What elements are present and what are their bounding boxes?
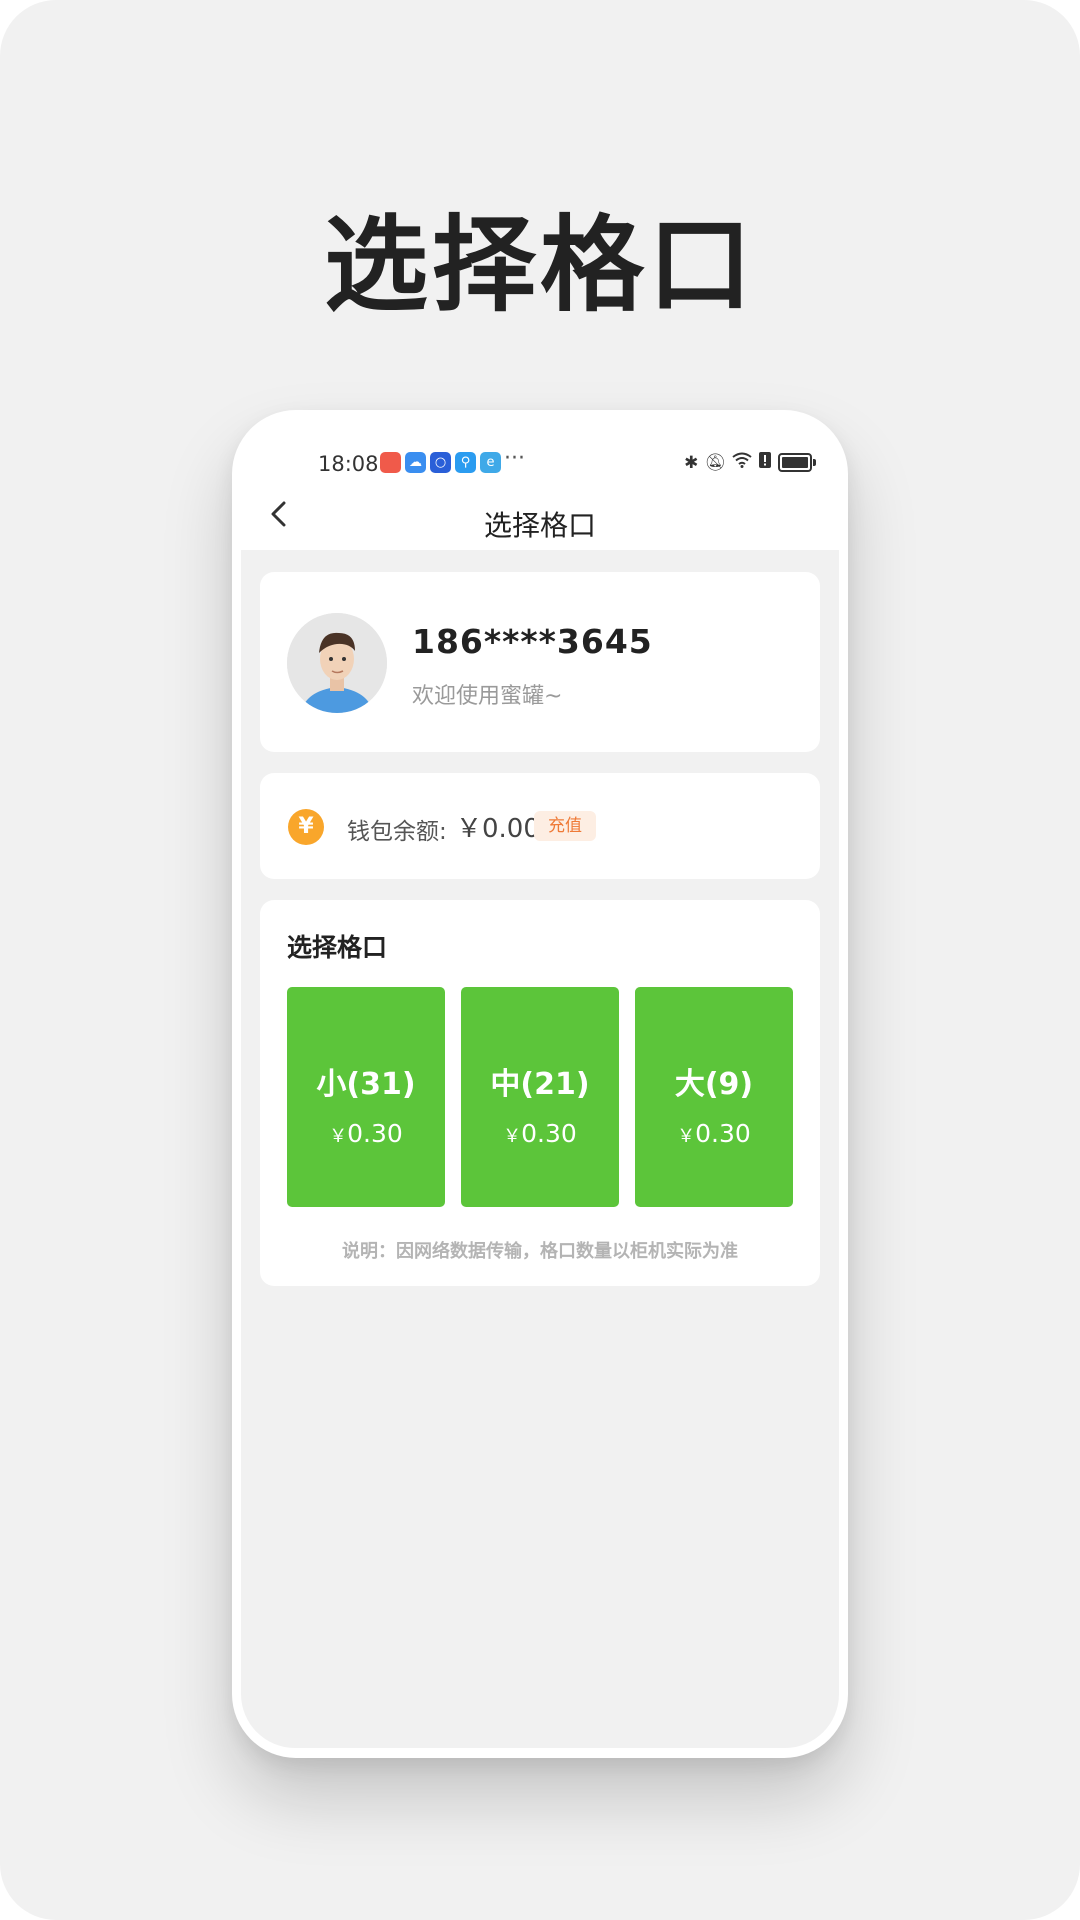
cell-price-value: 0.30: [347, 1119, 403, 1148]
cell-option-medium[interactable]: 中(21) ￥0.30: [461, 987, 619, 1207]
recharge-button[interactable]: 充值: [534, 811, 596, 841]
mute-bell-icon: 🔕︎: [704, 452, 726, 473]
shopping-app-icon: [380, 452, 401, 473]
search-app-icon: ⚲: [455, 452, 476, 473]
system-icons: ✱ 🔕︎: [684, 451, 816, 474]
promo-headline: 选择格口: [323, 204, 756, 326]
cell-size-label: 中(21): [490, 1067, 590, 1102]
yen-symbol: ￥: [503, 1126, 522, 1147]
user-avatar-icon: [287, 613, 387, 713]
cell-option-small[interactable]: 小(31) ￥0.30: [287, 987, 445, 1207]
cell-price: ￥0.30: [461, 1119, 619, 1148]
yen-symbol: ￥: [677, 1126, 696, 1147]
section-title: 选择格口: [287, 933, 388, 962]
user-phone: 186****3645: [412, 622, 653, 661]
nav-bar: 选择格口: [232, 488, 848, 550]
wallet-card: ¥ 钱包余额: ￥0.00 充值: [260, 773, 820, 879]
cell-price-value: 0.30: [521, 1119, 577, 1148]
wallet-amount: ￥0.00: [456, 814, 540, 844]
status-bar: 18:08 ☁ ○ ⚲ e ··· ✱ 🔕︎: [232, 440, 848, 480]
welcome-text: 欢迎使用蜜罐~: [412, 684, 563, 709]
cell-price-value: 0.30: [695, 1119, 751, 1148]
bulb-app-icon: ○: [430, 452, 451, 473]
cell-options: 小(31) ￥0.30 中(21) ￥0.30 大(9) ￥0.30: [287, 987, 793, 1207]
cell-selection-card: 选择格口 小(31) ￥0.30 中(21) ￥0.30 大(9) ￥0.30 …: [260, 900, 820, 1286]
more-notifications-icon: ···: [504, 446, 525, 471]
wallet-label: 钱包余额:: [347, 819, 447, 845]
cell-price: ￥0.30: [287, 1119, 445, 1148]
info-note: 说明：因网络数据传输，格口数量以柜机实际为准: [342, 1241, 738, 1262]
battery-icon: [778, 453, 816, 472]
promo-canvas: 选择格口 18:08 ☁ ○ ⚲ e ··· ✱ 🔕︎ 选择格口 186****…: [0, 0, 1080, 1920]
browser-app-icon: e: [480, 452, 501, 473]
cell-option-large[interactable]: 大(9) ￥0.30: [635, 987, 793, 1207]
page-title: 选择格口: [483, 509, 596, 542]
bluetooth-icon: ✱: [684, 452, 699, 473]
cell-size-label: 小(31): [316, 1067, 416, 1102]
profile-card: 186****3645 欢迎使用蜜罐~: [260, 572, 820, 752]
cell-price: ￥0.30: [635, 1119, 793, 1148]
avatar[interactable]: [287, 613, 387, 713]
yen-symbol: ￥: [329, 1126, 348, 1147]
sim-alert-icon: [758, 451, 772, 474]
status-time: 18:08: [318, 452, 379, 476]
notification-icons: ☁ ○ ⚲ e: [380, 452, 501, 473]
yen-coin-icon: ¥: [288, 809, 324, 845]
weather-app-icon: ☁: [405, 452, 426, 473]
wifi-icon: [732, 452, 752, 473]
cell-size-label: 大(9): [674, 1067, 754, 1102]
